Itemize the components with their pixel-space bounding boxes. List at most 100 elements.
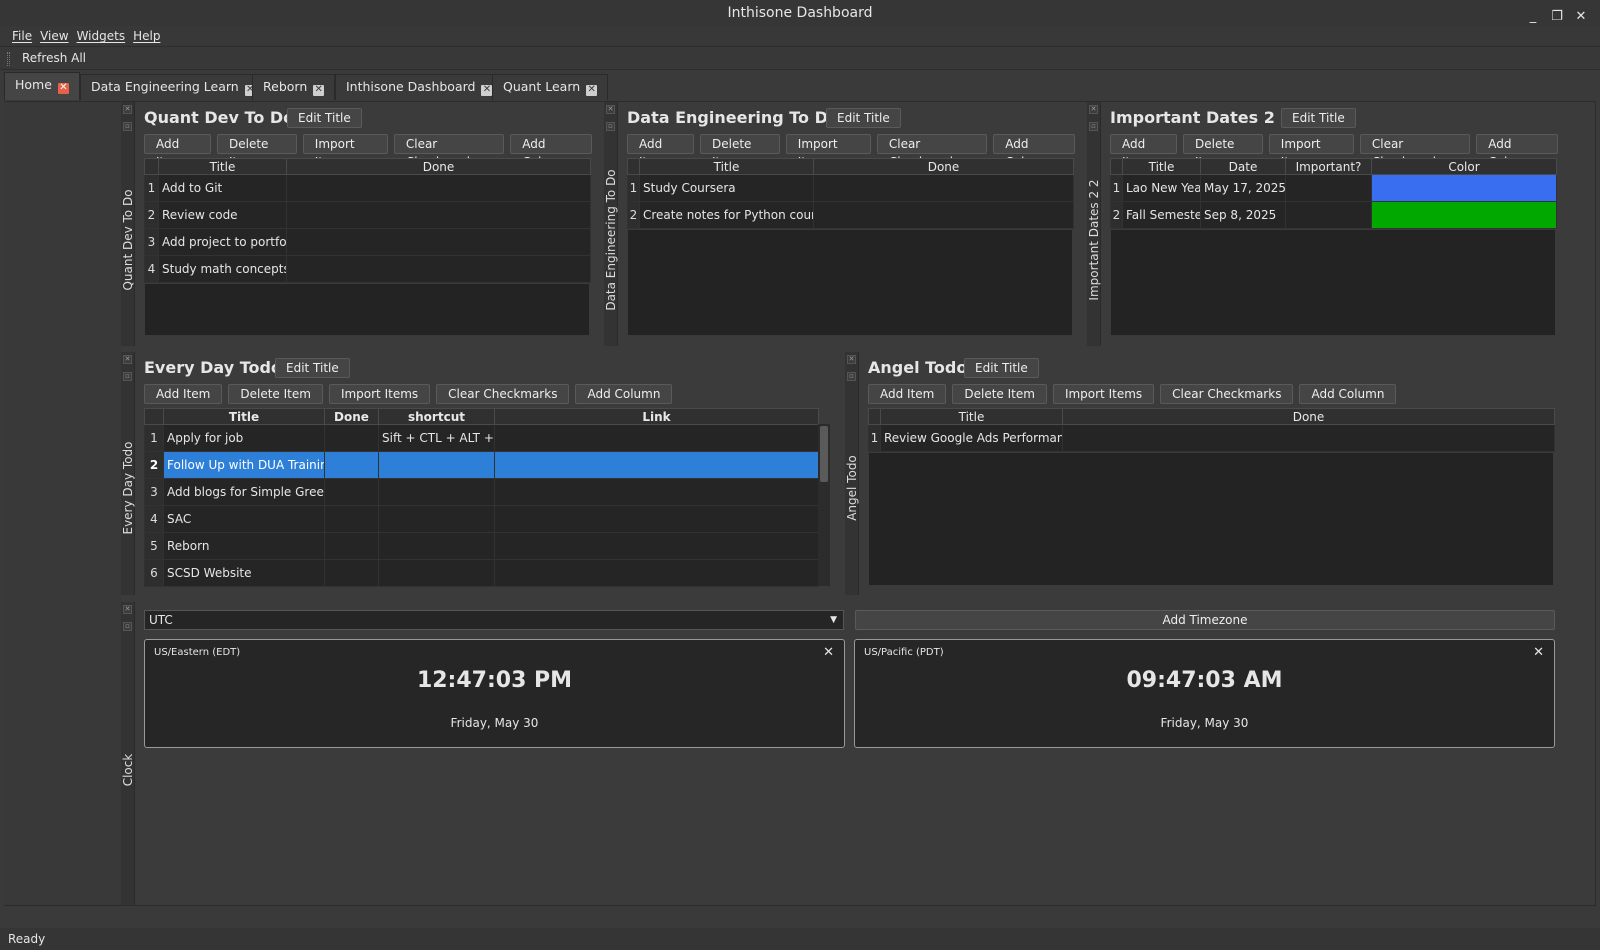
column-header[interactable]: Color bbox=[1371, 158, 1557, 175]
cell-shortcut[interactable] bbox=[378, 451, 495, 479]
add-item-button[interactable]: Add Item bbox=[144, 134, 211, 169]
clear-checkmarks-button[interactable]: Clear Checkmarks bbox=[1359, 134, 1471, 169]
add-column-button[interactable]: Add Column bbox=[1299, 384, 1397, 404]
clear-checkmarks-button[interactable]: Clear Checkmarks bbox=[393, 134, 505, 169]
column-header[interactable]: Title bbox=[1122, 158, 1201, 175]
cell-done[interactable] bbox=[324, 505, 379, 533]
cell-shortcut[interactable] bbox=[378, 559, 495, 587]
edit-title-button[interactable]: Edit Title bbox=[287, 108, 362, 128]
cell-done[interactable] bbox=[1062, 424, 1555, 452]
close-icon[interactable]: ✕ bbox=[313, 85, 325, 96]
close-icon[interactable]: ✕ bbox=[586, 85, 598, 96]
cell-title[interactable]: Follow Up with DUA Training bbox=[163, 451, 325, 479]
dock-close-icon[interactable]: ✕ bbox=[123, 355, 132, 364]
column-header[interactable]: Link bbox=[494, 408, 819, 425]
import-items-button[interactable]: Import Items bbox=[1268, 134, 1354, 169]
menu-view[interactable]: View bbox=[40, 26, 68, 46]
cell-important[interactable] bbox=[1285, 201, 1372, 229]
table-row-selected[interactable]: 2 Follow Up with DUA Training bbox=[144, 451, 819, 479]
cell-date[interactable]: Sep 8, 2025 bbox=[1200, 201, 1286, 229]
dock-close-icon[interactable]: ✕ bbox=[123, 605, 132, 614]
cell-done[interactable] bbox=[324, 424, 379, 452]
cell-title[interactable]: Study Coursera bbox=[639, 174, 814, 202]
add-item-button[interactable]: Add Item bbox=[1110, 134, 1177, 169]
clear-checkmarks-button[interactable]: Clear Checkmarks bbox=[876, 134, 988, 169]
cell-done[interactable] bbox=[286, 201, 591, 229]
dock-float-icon[interactable]: ▫ bbox=[1089, 122, 1098, 131]
cell-link[interactable] bbox=[494, 559, 819, 587]
cell-title[interactable]: Lao New Year bbox=[1122, 174, 1201, 202]
delete-item-button[interactable]: Delete Item bbox=[217, 134, 297, 169]
cell-title[interactable]: SCSD Website bbox=[163, 559, 325, 587]
cell-shortcut[interactable] bbox=[378, 505, 495, 533]
close-icon[interactable]: ✕ bbox=[823, 645, 834, 660]
add-item-button[interactable]: Add Item bbox=[627, 134, 694, 169]
table-row[interactable]: 2 Review code bbox=[144, 201, 591, 229]
row-number[interactable]: 2 bbox=[1110, 201, 1123, 229]
add-item-button[interactable]: Add Item bbox=[144, 384, 223, 404]
delete-item-button[interactable]: Delete Item bbox=[1183, 134, 1263, 169]
cell-done[interactable] bbox=[324, 559, 379, 587]
column-header[interactable]: Title bbox=[639, 158, 814, 175]
dock-float-icon[interactable]: ▫ bbox=[606, 122, 615, 131]
cell-date[interactable]: May 17, 2025 bbox=[1200, 174, 1286, 202]
table-row[interactable]: 4 SAC bbox=[144, 505, 819, 533]
table-row[interactable]: 3 Add blogs for Simple Greens bbox=[144, 478, 819, 506]
add-column-button[interactable]: Add Column bbox=[575, 384, 673, 404]
column-header[interactable]: Done bbox=[324, 408, 379, 425]
cell-done[interactable] bbox=[324, 478, 379, 506]
close-icon[interactable]: ✕ bbox=[1533, 645, 1544, 660]
table-row[interactable]: 3Add project to portfolio bbox=[144, 228, 591, 256]
dock-float-icon[interactable]: ▫ bbox=[123, 372, 132, 381]
import-items-button[interactable]: Import Items bbox=[302, 134, 388, 169]
cell-color[interactable] bbox=[1371, 174, 1557, 202]
table-row[interactable]: 2 Create notes for Python course bbox=[627, 201, 1074, 229]
dock-float-icon[interactable]: ▫ bbox=[123, 622, 132, 631]
row-number[interactable]: 2 bbox=[144, 201, 159, 229]
dock-float-icon[interactable]: ▫ bbox=[123, 122, 132, 131]
import-items-button[interactable]: Import Items bbox=[785, 134, 871, 169]
clear-checkmarks-button[interactable]: Clear Checkmarks bbox=[1160, 384, 1294, 404]
dock-close-icon[interactable]: ✕ bbox=[606, 105, 615, 114]
cell-title[interactable]: Create notes for Python course bbox=[639, 201, 814, 229]
add-timezone-button[interactable]: Add Timezone bbox=[855, 610, 1555, 630]
row-number[interactable]: 2 bbox=[627, 201, 640, 229]
table-row[interactable]: 5 Reborn bbox=[144, 532, 819, 560]
edit-title-button[interactable]: Edit Title bbox=[275, 358, 350, 378]
timezone-select[interactable]: UTC ▼ bbox=[144, 610, 844, 630]
edit-title-button[interactable]: Edit Title bbox=[826, 108, 901, 128]
cell-done[interactable] bbox=[324, 451, 379, 479]
add-column-button[interactable]: Add Column bbox=[993, 134, 1076, 169]
row-number[interactable]: 1 bbox=[868, 424, 881, 452]
edit-title-button[interactable]: Edit Title bbox=[1281, 108, 1356, 128]
add-item-button[interactable]: Add Item bbox=[868, 384, 947, 404]
cell-title[interactable]: Reborn bbox=[163, 532, 325, 560]
cell-link[interactable] bbox=[494, 451, 819, 479]
cell-link[interactable] bbox=[494, 505, 819, 533]
column-header[interactable]: Title bbox=[880, 408, 1063, 425]
tab-data-engineering-learn[interactable]: Data Engineering Learn ✕ bbox=[80, 74, 267, 100]
column-header[interactable]: Done bbox=[813, 158, 1074, 175]
row-number[interactable]: 1 bbox=[144, 174, 159, 202]
table-row[interactable]: 6 SCSD Website bbox=[144, 559, 819, 587]
refresh-all-button[interactable]: Refresh All bbox=[22, 51, 86, 65]
column-header[interactable]: Title bbox=[158, 158, 287, 175]
close-icon[interactable]: ✕ bbox=[57, 83, 69, 94]
row-number[interactable]: 1 bbox=[144, 424, 164, 452]
cell-title[interactable]: Review code bbox=[158, 201, 287, 229]
table-row[interactable]: 4 Study math concepts bbox=[144, 255, 591, 283]
cell-shortcut[interactable]: Sift + CTL + ALT + J bbox=[378, 424, 495, 452]
dock-close-icon[interactable]: ✕ bbox=[123, 105, 132, 114]
add-column-button[interactable]: Add Column bbox=[1476, 134, 1559, 169]
dock-close-icon[interactable]: ✕ bbox=[847, 355, 856, 364]
row-number[interactable]: 1 bbox=[627, 174, 640, 202]
row-number[interactable]: 1 bbox=[1110, 174, 1123, 202]
cell-title[interactable]: Fall Semester bbox=[1122, 201, 1201, 229]
dock-close-icon[interactable]: ✕ bbox=[1089, 105, 1098, 114]
row-number[interactable]: 5 bbox=[144, 532, 164, 560]
cell-title[interactable]: Add to Git bbox=[158, 174, 287, 202]
cell-shortcut[interactable] bbox=[378, 478, 495, 506]
cell-link[interactable] bbox=[494, 424, 819, 452]
row-number[interactable]: 4 bbox=[144, 255, 159, 283]
cell-title[interactable]: Add project to portfolio bbox=[158, 228, 287, 256]
